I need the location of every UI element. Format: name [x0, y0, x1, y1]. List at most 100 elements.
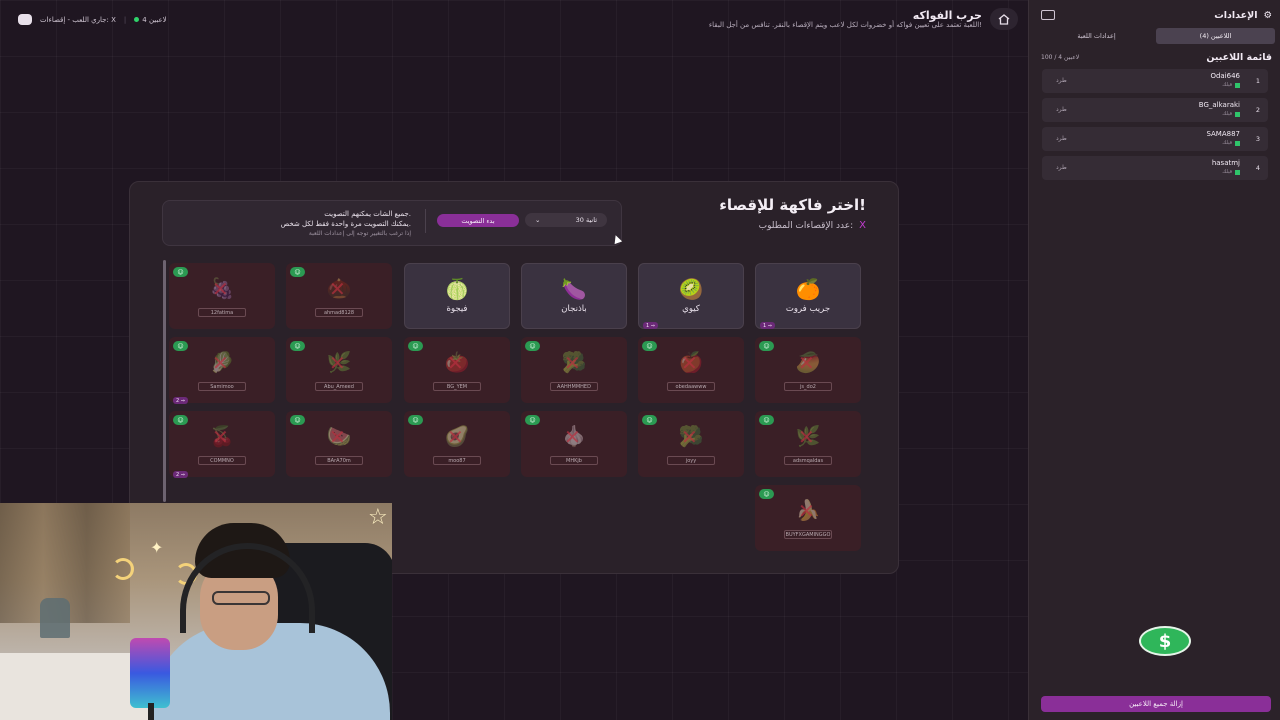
fruit-card[interactable]: 🍊 جريب فروت 1 ⇒	[755, 263, 861, 329]
sidebar-tabs: إعدادات اللعبة اللاعبين (4)	[1037, 28, 1275, 44]
player-badge-icon: ☺	[173, 341, 188, 351]
settings-sidebar: الإعدادات ⚙ إعدادات اللعبة اللاعبين (4) …	[1028, 0, 1280, 720]
eliminated-x-icon: ✕	[798, 425, 815, 449]
star-icon: ☆	[368, 505, 388, 530]
player-badge-icon: ☺	[173, 267, 188, 277]
status-icon	[1235, 169, 1240, 175]
kick-button[interactable]: طرد	[1056, 135, 1067, 142]
game-description: اللعبة تعتمد على تعيين فواكه أو خضروات ل…	[708, 21, 982, 29]
chevron-down-icon: ⌄	[535, 216, 541, 224]
player-name-tag: 12fatima	[198, 308, 246, 317]
vote-info: جميع الشات يمكنهم التصويت. يمكنك التصويت…	[280, 210, 411, 237]
fruit-name: باذنجان	[561, 304, 587, 314]
eliminated-x-icon: ✕	[447, 425, 464, 449]
player-status: قيلك	[1222, 140, 1240, 146]
player-row: 4 hasatmj قيلك طرد	[1042, 156, 1268, 180]
player-name-tag: Samimoo	[198, 382, 246, 391]
status-icon	[1235, 82, 1240, 88]
player-badge-icon: ☺	[290, 267, 305, 277]
eliminated-card: 🌰 ✕ ☺ ahmad8128	[286, 263, 392, 329]
eliminated-card: 🧄 ✕ ☺ MHKjb	[521, 411, 627, 477]
player-name-tag: BG_YEM	[433, 382, 481, 391]
crescent-moon-icon	[112, 558, 134, 580]
eliminated-x-icon: ✕	[798, 499, 815, 523]
player-badge-icon: ☺	[759, 415, 774, 425]
player-badge-icon: ☺	[525, 415, 540, 425]
eliminated-card: 🥑 ✕ ☺ moo87	[404, 411, 510, 477]
eliminated-x-icon: ✕	[329, 425, 346, 449]
eliminated-x-icon: ✕	[212, 351, 229, 375]
panel-title: اختر فاكهة للإقصاء!	[719, 196, 866, 214]
player-name-tag: ahmad8128	[315, 308, 363, 317]
player-name-tag: adsmqaldas	[784, 456, 832, 465]
player-row: 3 SAMA887 قيلك طرد	[1042, 127, 1268, 151]
player-name-tag: moo87	[433, 456, 481, 465]
sidebar-header: الإعدادات ⚙	[1214, 10, 1272, 21]
player-row: 1 Odai646 قيلك طرد	[1042, 69, 1268, 93]
dollar-icon[interactable]: $	[1139, 626, 1191, 656]
eliminated-x-icon: ✕	[329, 351, 346, 375]
elimination-count-value: X	[859, 220, 866, 231]
home-button[interactable]	[990, 8, 1018, 30]
elimination-count: عدد الإقصاءات المطلوب: X	[758, 220, 866, 231]
player-badge-icon: ☺	[759, 341, 774, 351]
timer-value: 30 ثانية	[575, 216, 597, 224]
kick-button[interactable]: طرد	[1056, 164, 1067, 171]
mouse-cursor-icon	[611, 233, 623, 245]
player-badge-icon: ☺	[642, 341, 657, 351]
webcam-overlay: ✦ ☆	[0, 503, 392, 720]
player-badge-icon: ☺	[290, 415, 305, 425]
eliminated-card: 🍎 ✕ ☺ obedaawww	[638, 337, 744, 403]
eliminated-card: 🥬 ✕ ☺ Samimoo 2 ⇒	[169, 337, 275, 404]
eliminated-card: 🥭 ✕ ☺ js_do2	[755, 337, 861, 403]
eliminated-x-icon: ✕	[564, 425, 581, 449]
fruit-icon: 🍊	[795, 277, 821, 301]
player-name-tag: joyy	[667, 456, 715, 465]
eliminated-x-icon: ✕	[681, 425, 698, 449]
player-name-tag: Abu_Ameed	[315, 382, 363, 391]
player-name-tag: obedaawww	[667, 382, 715, 391]
player-row: 2 BG_alkaraki قيلك طرد	[1042, 98, 1268, 122]
players-online: 4 لاعبين	[134, 16, 167, 24]
eliminated-card: 🥦 ✕ ☺ AAHHMMHED	[521, 337, 627, 403]
vote-count-badge: 1 ⇒	[760, 322, 775, 329]
players-count: 100 / 4 لاعبين	[1041, 54, 1080, 61]
kick-button[interactable]: طرد	[1056, 77, 1067, 84]
players-list-title: قائمة اللاعبين	[1206, 52, 1272, 63]
scrollbar[interactable]	[163, 260, 166, 502]
eliminated-card: 🍒 ✕ ☺ COMMNO 2 ⇒	[169, 411, 275, 478]
fruit-card[interactable]: 🍈 فيجوة	[404, 263, 510, 329]
start-vote-button[interactable]: بدء التصويت	[437, 214, 519, 227]
microphone-icon	[130, 638, 170, 708]
kick-button[interactable]: طرد	[1056, 106, 1067, 113]
remove-all-players-button[interactable]: إزالة جميع اللاعبين	[1041, 696, 1271, 712]
player-name: SAMA887	[1206, 130, 1240, 138]
chat-icon[interactable]	[18, 14, 32, 25]
player-badge-icon: ☺	[408, 341, 423, 351]
eliminated-card: 🍉 ✕ ☺ BArA70m	[286, 411, 392, 477]
eliminated-card: 🌿 ✕ ☺ Abu_Ameed	[286, 337, 392, 403]
vote-count-badge: 2 ⇒	[173, 397, 188, 404]
fruit-card[interactable]: 🍆 باذنجان	[521, 263, 627, 329]
home-icon	[998, 13, 1010, 25]
gear-icon: ⚙	[1263, 10, 1272, 21]
eliminated-x-icon: ✕	[447, 351, 464, 375]
player-name: hasatmj	[1211, 159, 1240, 167]
eliminated-card: 🌿 ✕ ☺ adsmqaldas	[755, 411, 861, 477]
player-name: BG_alkaraki	[1198, 101, 1240, 109]
tab-game-settings[interactable]: إعدادات اللعبة	[1037, 28, 1156, 44]
eliminated-x-icon: ✕	[798, 351, 815, 375]
tab-players[interactable]: اللاعبين (4)	[1156, 28, 1275, 44]
star-icon: ✦	[150, 538, 164, 557]
fruit-name: كيوي	[682, 304, 700, 314]
collapse-sidebar-icon[interactable]	[1041, 10, 1055, 20]
status-icon	[1235, 111, 1240, 117]
lantern-icon	[40, 598, 70, 638]
timer-select[interactable]: ⌄ 30 ثانية	[525, 213, 607, 227]
player-name-tag: COMMNO	[198, 456, 246, 465]
fruit-icon: 🍆	[561, 277, 587, 301]
eliminated-card: 🥦 ✕ ☺ joyy	[638, 411, 744, 477]
fruit-card[interactable]: 🥝 كيوي 1 ⇒	[638, 263, 744, 329]
fruit-name: فيجوة	[446, 304, 468, 314]
player-name-tag: BUYFXGAMINGGO	[784, 530, 832, 539]
